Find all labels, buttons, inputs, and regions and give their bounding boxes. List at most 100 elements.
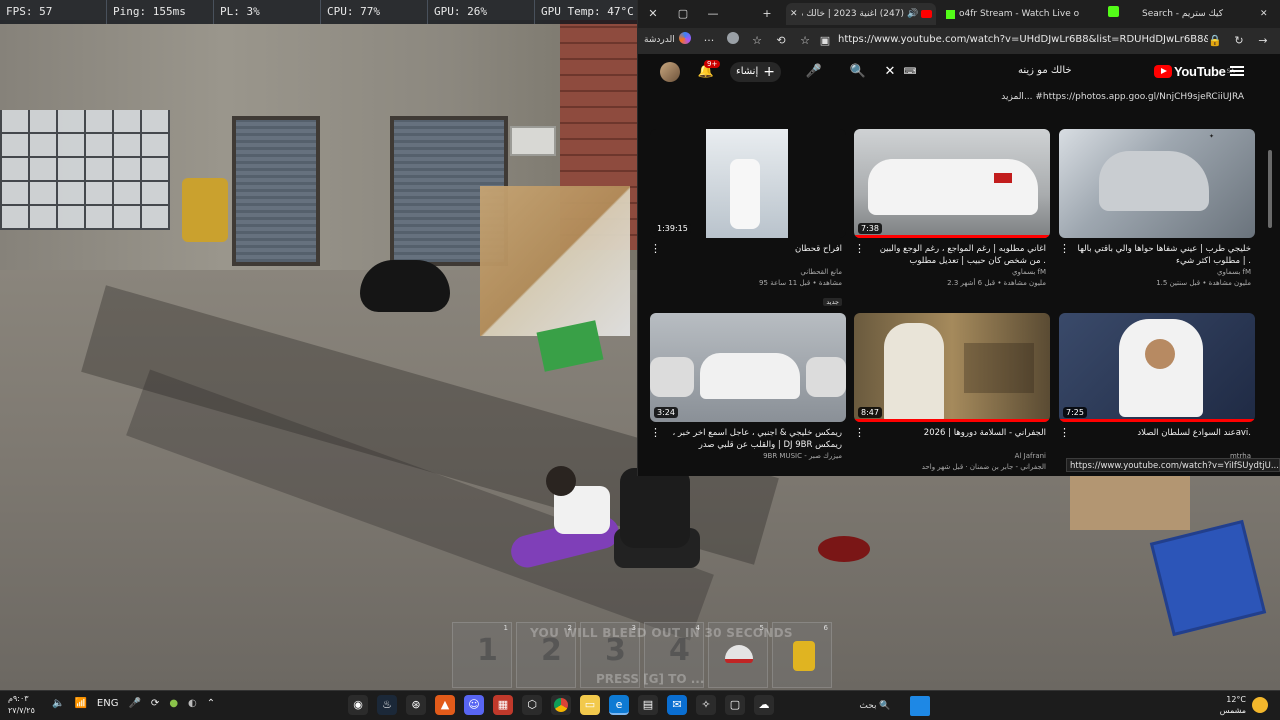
split-screen-icon[interactable]: ▣ [816,32,834,50]
tab-kick-label: o4fr Stream - Watch Live on Kick [959,9,1079,19]
hotbar-slot[interactable]: 1 1 [452,622,512,688]
show-hidden-icons-icon[interactable]: ⌃ [207,698,215,709]
kneeling-player-character [612,468,702,578]
video-menu-icon[interactable]: ⋮ [854,242,865,255]
create-button[interactable]: إنشاء + [730,62,781,82]
discord-app-icon[interactable]: ☺ [464,695,484,715]
video-thumbnail[interactable]: 7:38 [854,129,1050,238]
language-indicator[interactable]: ENG [97,698,119,709]
search-icon[interactable]: 🔍 [848,62,868,82]
video-card[interactable]: 7:38 ⋮ اغاني مطلوبه | رغم المواجع ، رغم … [854,129,1050,289]
profile-icon[interactable] [724,32,742,50]
video-card[interactable]: 7:25 ⋮ عند السوادع لسلطان الصلادavi. mtr… [1059,313,1255,462]
notification-count-badge: 9+ [704,60,721,68]
video-title[interactable]: افراح قحطان [650,243,846,267]
close-tab-icon[interactable] [1098,4,1120,24]
more-options-icon[interactable]: ··· [700,32,718,50]
extensions-icon[interactable]: ⟲ [772,32,790,50]
microphone-icon[interactable]: 🎤 [804,62,824,82]
widgets-icon[interactable]: ☁ [754,695,774,715]
tab-kick[interactable]: o4fr Stream - Watch Live on Kick [942,3,1092,25]
obs-app-icon[interactable]: ◉ [348,695,368,715]
video-channel[interactable]: بسماوي fM [854,267,1050,278]
volume-icon[interactable]: 🔈 [52,698,64,709]
lock-icon[interactable]: 🔒 [1206,32,1224,50]
video-channel[interactable]: Al Jafrani [854,451,1050,462]
copilot-icon[interactable] [676,32,694,50]
video-thumbnail[interactable]: 7:25 [1059,313,1255,422]
video-title[interactable]: الجفراني - السلامة دوروها | 2026 [854,427,1050,451]
start-button-icon[interactable] [910,696,930,716]
close-window-icon[interactable]: ✕ [642,4,664,24]
chrome-app-icon[interactable] [551,695,571,715]
steam-app-icon[interactable]: ♨ [377,695,397,715]
video-card[interactable]: 8:47 ⋮ الجفراني - السلامة دوروها | 2026 … [854,313,1050,473]
app-icon[interactable]: ⬡ [522,695,542,715]
video-card[interactable]: ✦ ⋮ خليجي طرب | عيني شفاها حواها والي با… [1059,129,1255,289]
favorites-icon[interactable]: ☆ [748,32,766,50]
youtube-favicon-icon [921,10,932,18]
close-tab-icon[interactable]: ✕ [1260,9,1268,19]
create-label: إنشاء [736,66,759,77]
video-thumbnail[interactable]: 8:47 [854,313,1050,422]
rockstar-app-icon[interactable]: ⊛ [406,695,426,715]
close-tab-icon[interactable]: ✕ [790,9,798,19]
keyboard-icon[interactable]: ⌨ [900,62,920,82]
video-channel[interactable]: 9BR MUSIC - ميزرك صبر [650,451,846,462]
pinned-apps: ◉ ♨ ⊛ ▲ ☺ ▦ ⬡ ▭ e ▤ ✉ ✧ ▢ ☁ [348,695,774,715]
video-title[interactable]: خليجي طرب | عيني شفاها حواها والي باقتي … [1059,243,1255,267]
new-tab-icon[interactable]: + [756,4,778,24]
hamburger-menu-icon[interactable] [1230,64,1244,78]
avatar[interactable] [660,62,680,82]
maximize-icon[interactable]: ▢ [672,4,694,24]
video-menu-icon[interactable]: ⋮ [650,426,661,439]
file-explorer-app-icon[interactable]: ▭ [580,695,600,715]
youtube-logo[interactable]: YouTube SA [1154,64,1235,79]
tab-youtube[interactable]: ✕ (247) أغنية 2023 | خالك موزين 🔊 [786,3,936,25]
edge-app-icon[interactable]: e [609,695,629,715]
video-thumbnail[interactable]: 1:39:15 [650,129,846,238]
windows-taskbar: ٩:٠٣م ٢٧/٧/٢٥ 🔈 📶 ENG 🎤 ⟳ ● ◐ ⌃ ◉ ♨ ⊛ ▲ … [0,690,1280,720]
roller-shutter-left [232,116,320,266]
video-title[interactable]: اغاني مطلوبه | رغم المواجع ، رغم الوجع و… [854,243,1050,267]
task-view-icon[interactable]: ▢ [725,695,745,715]
sync-icon[interactable]: ⟳ [151,698,159,709]
forward-icon[interactable]: → [1254,32,1272,50]
clear-search-icon[interactable]: ✕ [880,62,900,82]
video-menu-icon[interactable]: ⋮ [1059,426,1070,439]
video-duration: 7:25 [1063,407,1087,418]
fivem-app-icon[interactable]: ▲ [435,695,455,715]
clock[interactable]: ٩:٠٣م ٢٧/٧/٢٥ [8,693,35,717]
url-field[interactable]: https://www.youtube.com/watch?v=UHdDJwLr… [838,34,1208,45]
app-icon[interactable]: ▦ [493,695,513,715]
tray-app-icon[interactable]: ◐ [188,698,197,709]
search-input[interactable]: خالك مو زينه [1018,65,1072,76]
video-channel[interactable]: بسماوي fM [1059,267,1255,278]
minimize-icon[interactable]: — [702,4,724,24]
watch-progress-bar [854,419,1050,422]
taskbar-search[interactable]: بحث 🔍 [848,696,902,716]
microphone-icon[interactable]: 🎤 [128,698,140,709]
video-title[interactable]: عند السوادع لسلطان الصلادavi. [1059,427,1255,451]
video-card[interactable]: 3:24 ⋮ ريمكس خليجي & اجنبي ، عاجل اسمع ا… [650,313,846,462]
refresh-icon[interactable]: ↻ [1230,32,1248,50]
video-thumbnail[interactable]: 3:24 [650,313,846,422]
video-thumbnail[interactable]: ✦ [1059,129,1255,238]
tracking-icon[interactable]: ☆ [796,32,814,50]
sun-icon [1252,697,1268,713]
weather-widget[interactable]: 12°C مشمس [1196,694,1246,716]
copilot-app-icon[interactable]: ✧ [696,695,716,715]
wifi-icon[interactable]: 📶 [74,698,86,709]
sidebar-chat-label[interactable]: الدردشة [644,35,675,45]
video-menu-icon[interactable]: ⋮ [1059,242,1070,255]
video-menu-icon[interactable]: ⋮ [650,242,661,255]
video-channel[interactable]: مانع القحطاني [650,267,846,278]
video-title[interactable]: ريمكس خليجي & اجنبي ، عاجل اسمع اخر خبر … [650,427,846,451]
video-card[interactable]: 1:39:15 ⋮ افراح قحطان مانع القحطاني 95 م… [650,129,846,308]
video-menu-icon[interactable]: ⋮ [854,426,865,439]
mail-app-icon[interactable]: ✉ [667,695,687,715]
tray-app-icon[interactable]: ● [169,698,178,709]
page-scrollbar[interactable] [1268,150,1272,228]
tab-search[interactable]: Search - كيك ستريم ✕ [1138,3,1278,25]
store-app-icon[interactable]: ▤ [638,695,658,715]
